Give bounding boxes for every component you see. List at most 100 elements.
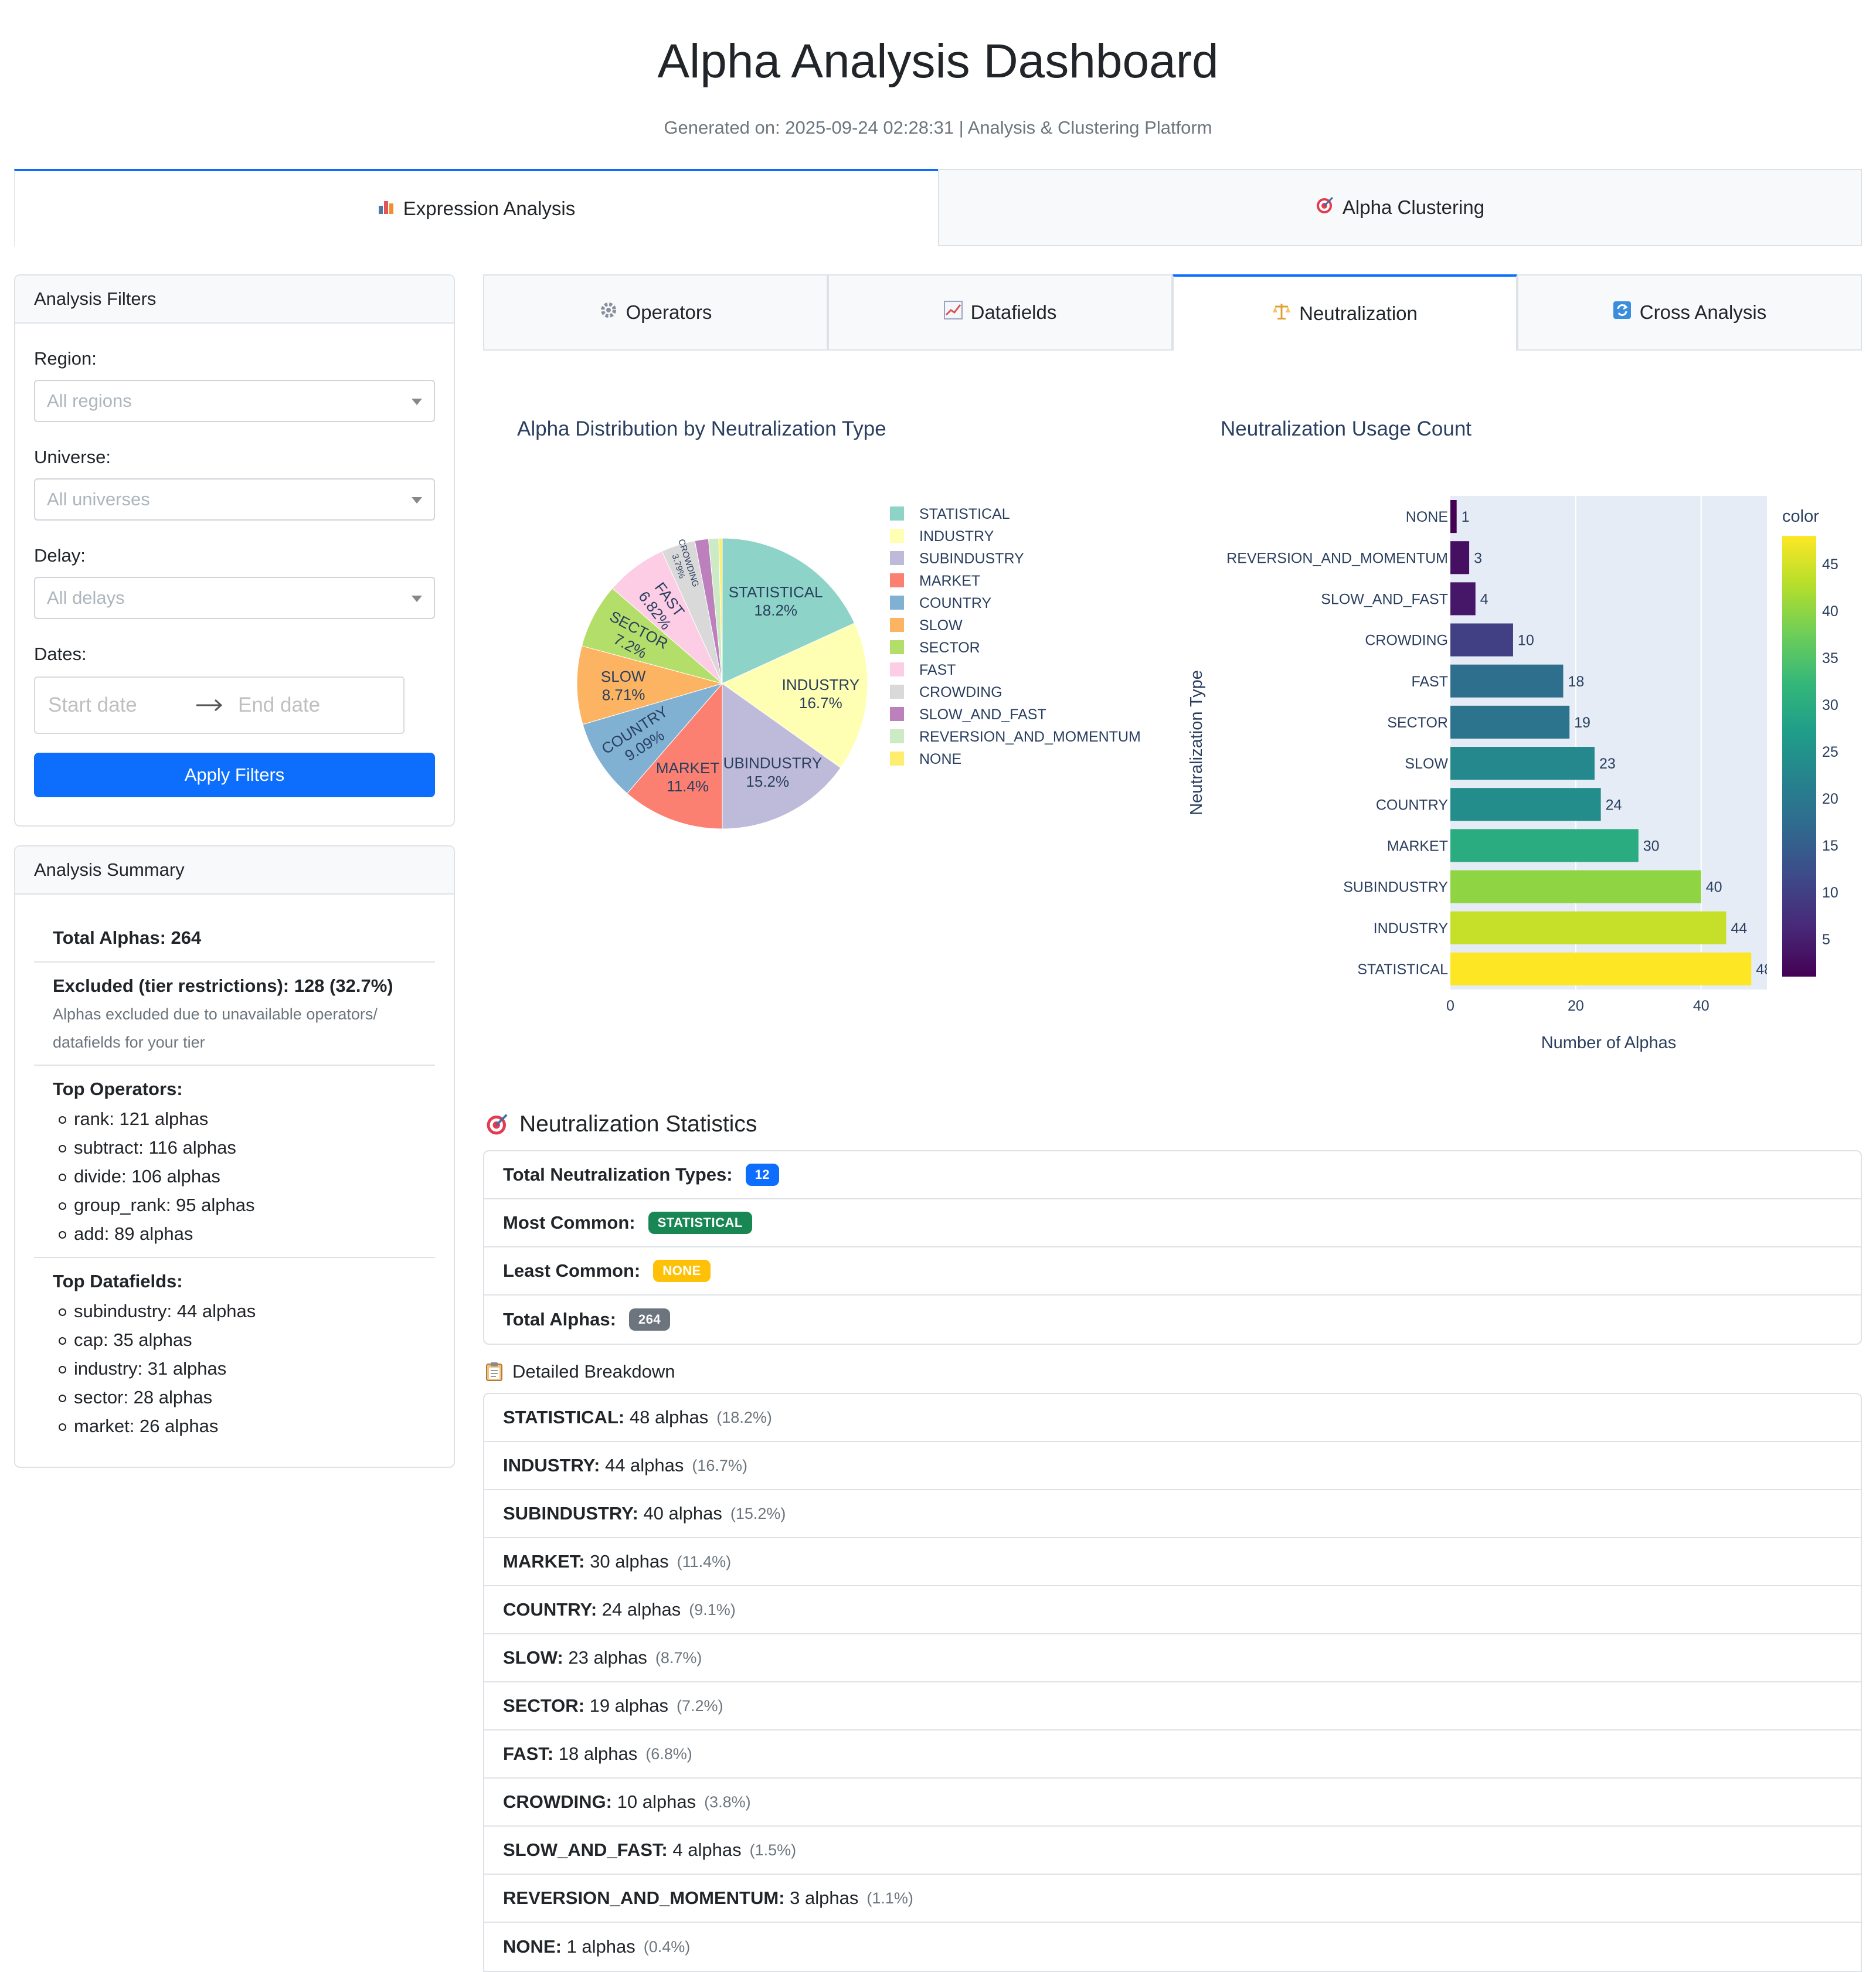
list-item: FAST: 18 alphas (6.8%) xyxy=(484,1730,1861,1779)
stat-label: Most Common: xyxy=(503,1212,635,1233)
legend-swatch xyxy=(890,573,904,587)
breakdown-list: STATISTICAL: 48 alphas (18.2%) INDUSTRY: … xyxy=(483,1393,1862,1972)
bar xyxy=(1450,664,1564,698)
list-item: group_rank: 95 alphas xyxy=(59,1191,255,1219)
bar xyxy=(1450,788,1601,821)
tab-expression-analysis-label: Expression Analysis xyxy=(403,198,576,219)
universe-label: Universe: xyxy=(34,447,111,467)
pie-chart-title: Alpha Distribution by Neutralization Typ… xyxy=(517,417,886,440)
bar-value-label: 19 xyxy=(1574,715,1590,731)
bar-value-label: 4 xyxy=(1480,591,1488,607)
main-tabs: Expression Analysis Alpha Clustering xyxy=(14,169,1862,246)
bar-chart: 0 20 40 NONE 1 REVERSION_AND_MOMENTUM 3 SLOW_AN… xyxy=(1187,495,1838,1052)
tab-alpha-clustering-label: Alpha Clustering xyxy=(1342,196,1485,218)
slice-percent-label: 15.2% xyxy=(746,773,789,790)
breakdown-name: SECTOR: xyxy=(503,1695,584,1716)
legend-swatch xyxy=(890,752,904,766)
breakdown-percent: (6.8%) xyxy=(645,1745,692,1763)
legend-label: REVERSION_AND_MOMENTUM xyxy=(919,729,1141,745)
list-item: REVERSION_AND_MOMENTUM: 3 alphas (1.1%) xyxy=(484,1875,1861,1923)
stats-heading-text: Neutralization Statistics xyxy=(519,1111,757,1137)
colorbar-tick-label: 20 xyxy=(1822,791,1838,807)
page-subtitle: Generated on: 2025-09-24 02:28:31 | Anal… xyxy=(664,117,1212,138)
x-axis-title: Number of Alphas xyxy=(1541,1033,1677,1052)
chevron-down-icon xyxy=(412,596,422,602)
tab-cross-analysis[interactable]: Cross Analysis xyxy=(1517,274,1862,351)
legend-label: CROWDING xyxy=(919,684,1002,701)
slice-percent-label: 8.71% xyxy=(602,686,645,704)
breakdown-percent: (15.2%) xyxy=(730,1504,786,1522)
colorbar-tick-label: 45 xyxy=(1822,556,1838,573)
tab-alpha-clustering[interactable]: Alpha Clustering xyxy=(938,169,1862,246)
legend-label: SECTOR xyxy=(919,640,980,656)
breakdown-count: 19 alphas xyxy=(589,1695,669,1716)
bar xyxy=(1450,747,1595,780)
tab-neutralization-label: Neutralization xyxy=(1299,302,1418,324)
start-date-input[interactable]: Start date xyxy=(48,693,189,717)
divider xyxy=(34,1065,435,1066)
bar xyxy=(1450,952,1752,985)
summary-excluded-note: Alphas excluded due to unavailable opera… xyxy=(53,1005,378,1051)
legend-swatch xyxy=(890,685,904,699)
tab-datafields[interactable]: Datafields xyxy=(828,274,1172,351)
y-tick-label: NONE xyxy=(1406,509,1448,525)
delay-select[interactable]: All delays xyxy=(34,577,435,619)
tab-cross-analysis-label: Cross Analysis xyxy=(1639,301,1767,323)
list-item: industry: 31 alphas xyxy=(58,1354,256,1383)
list-item: NONE: 1 alphas (0.4%) xyxy=(484,1923,1861,1971)
bar-value-label: 18 xyxy=(1568,674,1584,690)
y-tick-label: REVERSION_AND_MOMENTUM xyxy=(1226,550,1448,566)
breakdown-percent: (3.8%) xyxy=(704,1793,751,1811)
breakdown-name: INDUSTRY: xyxy=(503,1455,600,1475)
region-select[interactable]: All regions xyxy=(34,380,435,422)
summary-excluded: Excluded (tier restrictions): 128 (32.7%… xyxy=(53,975,393,996)
legend-swatch xyxy=(890,618,904,632)
chevron-down-icon xyxy=(412,399,422,405)
tab-neutralization[interactable]: Neutralization xyxy=(1172,274,1517,351)
y-tick-label: MARKET xyxy=(1387,838,1448,854)
clipboard-icon xyxy=(485,1362,503,1382)
page-title: Alpha Analysis Dashboard xyxy=(657,35,1219,88)
y-tick-label: FAST xyxy=(1411,674,1448,690)
y-tick-label: COUNTRY xyxy=(1376,797,1448,813)
breakdown-percent: (16.7%) xyxy=(692,1456,747,1474)
gear-icon xyxy=(599,301,618,324)
region-label: Region: xyxy=(34,348,97,369)
bar xyxy=(1450,623,1513,657)
tab-operators[interactable]: Operators xyxy=(483,274,828,351)
colorbar-tick-label: 5 xyxy=(1822,931,1830,948)
universe-select-placeholder: All universes xyxy=(47,489,150,509)
legend-swatch xyxy=(890,506,904,521)
list-item: STATISTICAL: 48 alphas (18.2%) xyxy=(484,1394,1861,1442)
universe-select[interactable]: All universes xyxy=(34,478,435,521)
delay-select-placeholder: All delays xyxy=(47,587,125,608)
end-date-input[interactable]: End date xyxy=(238,693,320,717)
top-operators-list: rank: 121 alphas subtract: 116 alphas di… xyxy=(59,1104,255,1248)
list-item: add: 89 alphas xyxy=(59,1219,255,1248)
tab-expression-analysis[interactable]: Expression Analysis xyxy=(14,169,938,246)
summary-total: Total Alphas: 264 xyxy=(53,927,202,948)
bar-value-label: 24 xyxy=(1606,797,1622,813)
top-datafields-list: subindustry: 44 alphas cap: 35 alphas in… xyxy=(58,1297,256,1440)
list-item: SLOW_AND_FAST: 4 alphas (1.5%) xyxy=(484,1827,1861,1875)
legend-label: INDUSTRY xyxy=(919,528,994,545)
list-item: SECTOR: 19 alphas (7.2%) xyxy=(484,1682,1861,1730)
legend-label: SLOW xyxy=(919,617,963,634)
list-item: SUBINDUSTRY: 40 alphas (15.2%) xyxy=(484,1490,1861,1538)
bar-value-label: 23 xyxy=(1599,756,1616,772)
slice-category-label: MARKET xyxy=(656,759,719,777)
apply-filters-button[interactable]: Apply Filters xyxy=(34,753,435,797)
breakdown-percent: (8.7%) xyxy=(655,1648,702,1667)
scales-icon xyxy=(1272,302,1291,325)
breakdown-percent: (0.4%) xyxy=(643,1937,691,1956)
breakdown-count: 23 alphas xyxy=(568,1647,647,1668)
bar xyxy=(1450,541,1470,574)
bar xyxy=(1450,582,1476,616)
list-item: subindustry: 44 alphas xyxy=(58,1297,256,1325)
breakdown-name: CROWDING: xyxy=(503,1791,612,1812)
bar-value-label: 3 xyxy=(1474,550,1482,566)
breakdown-count: 44 alphas xyxy=(604,1455,684,1475)
stat-total-alphas: Total Alphas: 264 xyxy=(484,1296,1861,1344)
region-select-placeholder: All regions xyxy=(47,390,132,411)
legend-swatch xyxy=(890,551,904,565)
